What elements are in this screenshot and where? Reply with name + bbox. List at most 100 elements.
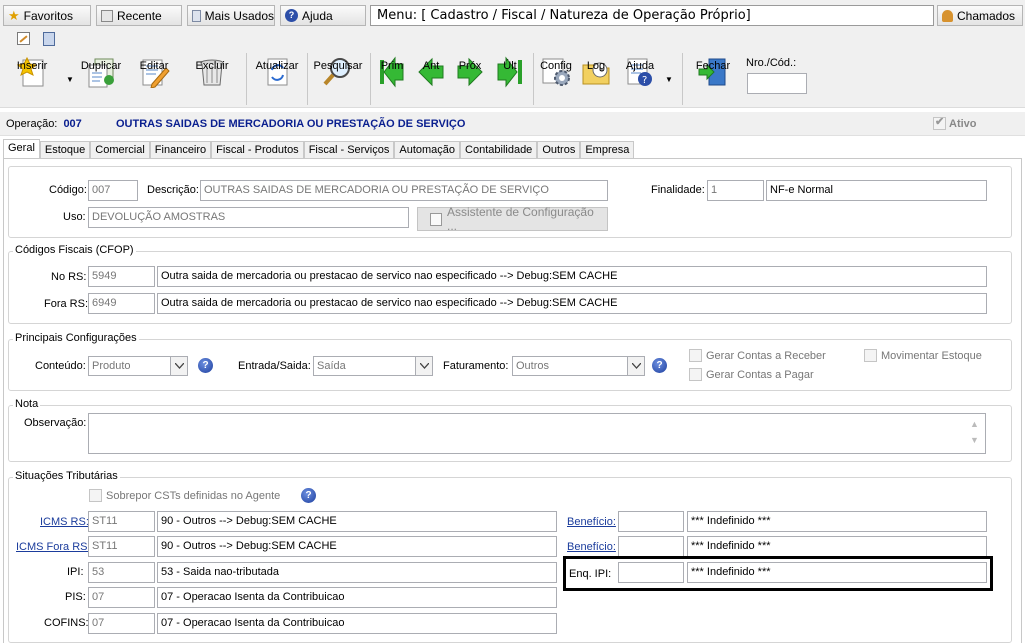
wizard-icon: [430, 212, 442, 226]
svg-text:?: ?: [642, 75, 647, 86]
pesquisar-button[interactable]: Pesquisar: [314, 55, 362, 89]
sobrepor-help-icon[interactable]: ?: [301, 488, 316, 503]
no-rs-label: No RS:: [51, 271, 87, 283]
excluir-button[interactable]: Excluir: [192, 55, 232, 89]
ant-label: Ant: [422, 60, 440, 72]
tab-fiscal-servicos[interactable]: Fiscal - Serviços: [303, 141, 395, 159]
conteudo-help-icon[interactable]: ?: [198, 358, 213, 373]
tab-empresa[interactable]: Empresa: [580, 141, 635, 159]
ajuda-top-label: Ajuda: [302, 8, 333, 23]
calculator-icon[interactable]: [43, 32, 55, 46]
tab-financeiro[interactable]: Financeiro: [149, 141, 212, 159]
fora-rs-desc-field: Outra saida de mercadoria ou prestacao d…: [157, 293, 987, 314]
codigo-field[interactable]: 007: [88, 180, 138, 201]
movimentar-estoque-checkbox[interactable]: Movimentar Estoque: [864, 349, 982, 362]
cofins-code-field[interactable]: 07: [88, 613, 155, 634]
tab-contabilidade[interactable]: Contabilidade: [460, 141, 538, 159]
faturamento-select[interactable]: Outros: [512, 356, 645, 376]
operacao-code: 007: [63, 118, 82, 130]
inserir-button[interactable]: Inserir: [13, 55, 51, 89]
descricao-field[interactable]: OUTRAS SAIDAS DE MERCADORIA OU PRESTAÇÃO…: [200, 180, 608, 201]
ult-button[interactable]: Últ: [494, 55, 526, 89]
assistente-button[interactable]: Assistente de Configuração ...: [417, 205, 608, 233]
entrada-saida-value: Saída: [317, 360, 346, 372]
tab-fiscal-produtos[interactable]: Fiscal - Produtos: [211, 141, 304, 159]
observacao-textarea[interactable]: [88, 413, 986, 454]
beneficio-rs-code-field[interactable]: [618, 511, 684, 532]
finalidade-desc-field: NF-e Normal: [766, 180, 987, 201]
conteudo-select[interactable]: Produto: [88, 356, 188, 376]
chamados-button[interactable]: Chamados: [937, 5, 1023, 26]
atualizar-button[interactable]: Atualizar: [255, 55, 299, 89]
log-button[interactable]: Log: [580, 55, 612, 89]
config-legend: Principais Configurações: [13, 332, 139, 344]
favoritos-label: Favoritos: [23, 8, 74, 23]
no-rs-code-field[interactable]: 5949: [88, 266, 155, 287]
pis-code-field[interactable]: 07: [88, 587, 155, 608]
fechar-button[interactable]: Fechar: [695, 55, 731, 89]
uso-field[interactable]: DEVOLUÇÃO AMOSTRAS: [88, 207, 409, 228]
recent-icon: [101, 9, 113, 22]
entrada-saida-select[interactable]: Saída: [313, 356, 433, 376]
movimentar-estoque-label: Movimentar Estoque: [881, 349, 982, 362]
ajuda-dropdown-arrow-icon[interactable]: ▼: [665, 75, 673, 84]
ativo-check-icon: ✔: [933, 116, 946, 130]
icms-rs-code-field[interactable]: ST11: [88, 511, 155, 532]
tab-bar: Geral Estoque Comercial Financeiro Fisca…: [3, 139, 635, 159]
chevron-down-icon: [170, 357, 187, 375]
conteudo-label: Conteúdo:: [35, 360, 86, 372]
prox-button[interactable]: Próx: [455, 55, 485, 89]
duplicar-button[interactable]: Duplicar: [80, 55, 122, 89]
mais-usados-label: Mais Usados: [204, 8, 274, 23]
ajuda-top-button[interactable]: ? Ajuda: [280, 5, 366, 26]
inserir-dropdown-arrow-icon[interactable]: ▼: [66, 75, 74, 84]
mais-usados-icon: [192, 9, 201, 22]
beneficio-fora-rs-code-field[interactable]: [618, 536, 684, 557]
enq-ipi-label: Enq. IPI:: [569, 568, 612, 580]
faturamento-help-icon[interactable]: ?: [652, 358, 667, 373]
duplicar-label: Duplicar: [80, 60, 122, 72]
fora-rs-label: Fora RS:: [44, 298, 89, 310]
ult-label: Últ: [503, 60, 517, 72]
prim-button[interactable]: Prim: [376, 55, 408, 89]
tab-geral[interactable]: Geral: [3, 139, 40, 159]
fora-rs-code-field[interactable]: 6949: [88, 293, 155, 314]
tab-estoque[interactable]: Estoque: [39, 141, 91, 159]
ipi-code-field[interactable]: 53: [88, 562, 155, 583]
beneficio-fora-rs-link[interactable]: Benefício:: [567, 541, 616, 553]
sobrepor-checkbox[interactable]: Sobrepor CSTs definidas no Agente: [89, 489, 280, 502]
operacao-desc: OUTRAS SAIDAS DE MERCADORIA OU PRESTAÇÃO…: [116, 118, 466, 130]
nro-cod-input[interactable]: [747, 73, 807, 94]
icms-rs-link[interactable]: ICMS RS:: [40, 516, 89, 528]
icms-fora-rs-link[interactable]: ICMS Fora RS:: [16, 541, 91, 553]
ajuda-toolbar-button[interactable]: ? Ajuda: [622, 55, 658, 89]
icms-fora-rs-code-field[interactable]: ST11: [88, 536, 155, 557]
tab-automacao[interactable]: Automação: [394, 141, 461, 159]
gerar-receber-checkbox[interactable]: Gerar Contas a Receber: [689, 349, 826, 362]
tab-comercial[interactable]: Comercial: [90, 141, 150, 159]
prim-label: Prim: [380, 60, 404, 72]
enq-ipi-code-field[interactable]: [618, 562, 684, 583]
prox-label: Próx: [458, 60, 482, 72]
recente-button[interactable]: Recente: [96, 5, 182, 26]
finalidade-code-field[interactable]: 1: [707, 180, 764, 201]
editar-label: Editar: [139, 60, 169, 72]
mais-usados-button[interactable]: Mais Usados: [187, 5, 275, 26]
scroll-arrows-icon[interactable]: ▲ ▼: [970, 416, 979, 448]
config-button[interactable]: Config: [539, 55, 573, 89]
help-icon: ?: [285, 9, 298, 22]
inserir-label: Inserir: [16, 60, 48, 72]
editar-button[interactable]: Editar: [136, 55, 172, 89]
checkbox-box: [689, 368, 702, 381]
operacao-label: Operação:: [6, 118, 58, 130]
ant-button[interactable]: Ant: [416, 55, 446, 89]
edit-small-icon[interactable]: [17, 32, 30, 45]
gerar-pagar-checkbox[interactable]: Gerar Contas a Pagar: [689, 368, 814, 381]
tab-outros[interactable]: Outros: [537, 141, 581, 159]
favoritos-button[interactable]: ★ Favoritos: [3, 5, 91, 26]
toolbar-separator: [246, 53, 247, 105]
checkbox-box: [689, 349, 702, 362]
ativo-checkbox[interactable]: ✔ Ativo: [933, 116, 977, 130]
cfop-legend: Códigos Fiscais (CFOP): [13, 244, 136, 256]
beneficio-rs-link[interactable]: Benefício:: [567, 516, 616, 528]
